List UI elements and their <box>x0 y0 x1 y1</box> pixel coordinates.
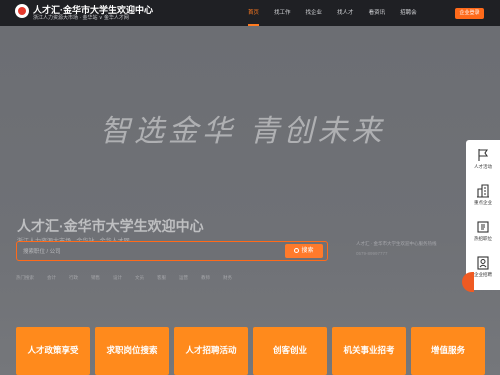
hero-title: 人才汇·金华市大学生欢迎中心 <box>17 218 204 234</box>
site-logo[interactable] <box>15 4 29 18</box>
hot-search-item[interactable]: 教师 <box>201 275 210 281</box>
service-hotline-label: 人才汇 · 金华市大学生欢迎中心服务热线 <box>356 241 437 246</box>
floating-quick-panel: 人才活动 重点企业 热招职位 企业招聘 <box>466 140 500 290</box>
site-subtitle: 浙江人力资源大市场 · 金华站 ∨ 金华人才网 <box>33 15 129 21</box>
hot-search-item[interactable]: 财务 <box>223 275 232 281</box>
recruit-icon <box>477 256 489 270</box>
hot-search-item[interactable]: 运营 <box>179 275 188 281</box>
float-item-label: 重点企业 <box>474 200 492 205</box>
top-nav-bar: 人才汇·金华市大学生欢迎中心 浙江人力资源大市场 · 金华站 ∨ 金华人才网 首… <box>0 0 500 26</box>
hot-search-item[interactable]: 客服 <box>157 275 166 281</box>
tile-talent-policy[interactable]: 人才政策享受 <box>16 327 90 375</box>
tile-label: 增值服务 <box>430 345 465 355</box>
nav-item-jobs[interactable]: 找工作 <box>274 0 291 26</box>
float-item-hot-jobs[interactable]: 热招职位 <box>466 214 500 250</box>
float-item-talent-activities[interactable]: 人才活动 <box>466 142 500 178</box>
search-button[interactable]: 搜索 <box>285 244 323 258</box>
search-input[interactable] <box>23 245 273 258</box>
hot-search-label: 热门搜索 <box>16 275 34 280</box>
hot-search-item[interactable]: 销售 <box>91 275 100 281</box>
tile-job-search[interactable]: 求职岗位搜索 <box>95 327 169 375</box>
tile-label: 人才政策享受 <box>27 345 79 355</box>
nav-item-companies[interactable]: 找企业 <box>306 0 323 26</box>
search-button-label: 搜索 <box>301 248 314 254</box>
float-item-label: 热招职位 <box>474 236 492 241</box>
nav-item-job-fair[interactable]: 招聘会 <box>400 0 417 26</box>
tile-label: 人才招聘活动 <box>185 345 237 355</box>
flag-icon <box>478 149 489 161</box>
nav-item-home[interactable]: 首页 <box>248 0 260 26</box>
search-box: 搜索 <box>16 241 328 261</box>
hot-search-item[interactable]: 设计 <box>113 275 122 281</box>
tile-label: 求职岗位搜索 <box>106 345 158 355</box>
hero-banner: 智选金华 青创未来 人才汇·金华市大学生欢迎中心 浙江人力资源大市场 · 金华站… <box>0 26 500 375</box>
hot-search-item[interactable]: 行政 <box>69 275 78 281</box>
hot-search-item[interactable]: 文员 <box>135 275 144 281</box>
main-nav: 首页 找工作 找企业 找人才 看资讯 招聘会 <box>248 0 432 26</box>
tile-label: 机关事业招考 <box>343 345 395 355</box>
hero-slogan: 智选金华 青创未来 <box>100 114 386 149</box>
service-hotline-number: 0579-89997777 <box>356 251 388 256</box>
tile-public-exams[interactable]: 机关事业招考 <box>332 327 406 375</box>
nav-item-talent[interactable]: 找人才 <box>337 0 354 26</box>
hot-search-item[interactable]: 会计 <box>47 275 56 281</box>
search-icon <box>294 247 300 253</box>
tile-recruitment-events[interactable]: 人才招聘活动 <box>174 327 248 375</box>
hot-job-icon <box>477 221 489 233</box>
service-tiles: 人才政策享受 求职岗位搜索 人才招聘活动 创客创业 机关事业招考 增值服务 <box>16 327 490 375</box>
tile-value-added-services[interactable]: 增值服务 <box>411 327 485 375</box>
tile-entrepreneurship[interactable]: 创客创业 <box>253 327 327 375</box>
float-item-label: 人才活动 <box>474 164 492 169</box>
enterprise-login-button[interactable]: 企业登录 <box>455 8 484 19</box>
building-icon <box>477 184 489 198</box>
hot-search-list: 热门搜索 会计 行政 销售 设计 文员 客服 运营 教师 财务 <box>16 275 245 281</box>
tile-label: 创客创业 <box>272 345 307 355</box>
float-item-key-companies[interactable]: 重点企业 <box>466 178 500 214</box>
nav-item-news[interactable]: 看资讯 <box>369 0 386 26</box>
